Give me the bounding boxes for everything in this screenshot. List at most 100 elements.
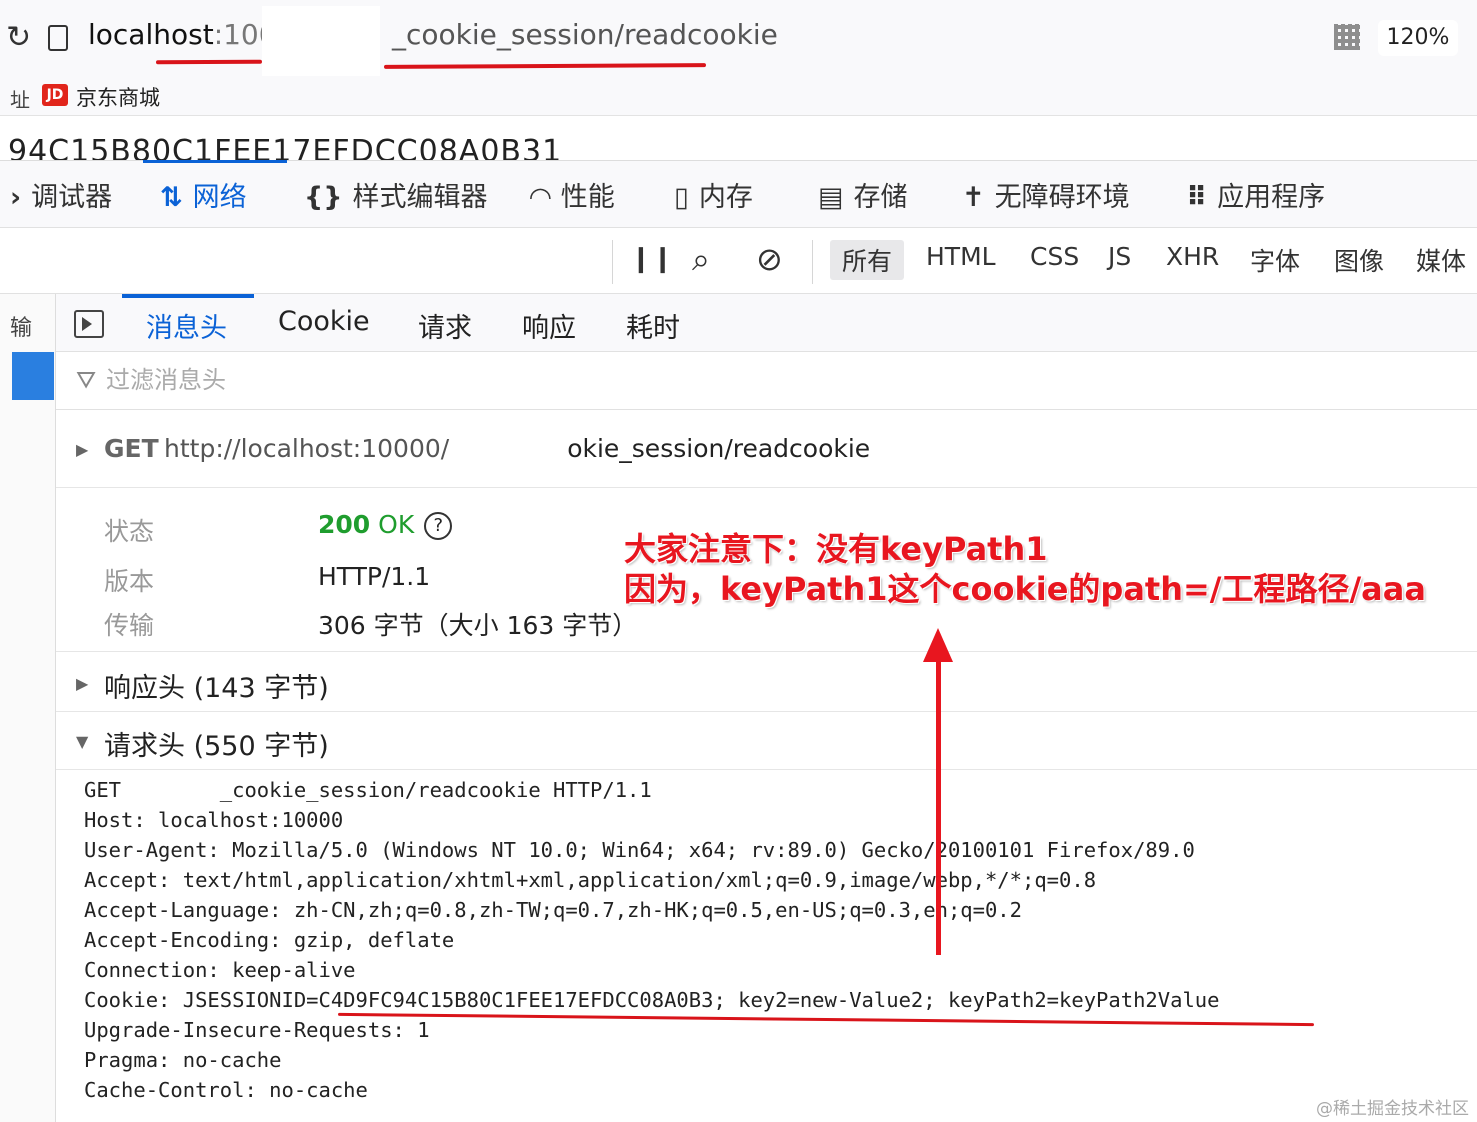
filter-js[interactable]: JS (1108, 242, 1131, 271)
separator (612, 240, 613, 284)
zoom-level[interactable]: 120% (1378, 20, 1458, 56)
tab-accessibility[interactable]: ✝ 无障碍环境 (962, 175, 1130, 214)
url-redaction (262, 6, 380, 84)
watermark: @稀土掘金技术社区 (1316, 1099, 1469, 1119)
request-headers-label: 请求头 (550 字节) (104, 731, 329, 762)
filter-font[interactable]: 字体 (1250, 242, 1300, 278)
reload-icon[interactable]: ↻ (6, 20, 31, 55)
status-value: 200 OK? (318, 510, 453, 540)
tab-application-label: 应用程序 (1217, 182, 1326, 213)
tab-performance-label: 性能 (560, 182, 615, 213)
tab-style-editor[interactable]: {} 样式编辑器 (304, 175, 487, 214)
raw-header-line: Cache-Control: no-cache (84, 1078, 368, 1102)
transfer-value: 306 字节（大小 163 字节） (318, 611, 638, 640)
qr-code-icon[interactable] (1334, 24, 1360, 50)
raw-header-line: Accept: text/html,application/xhtml+xml,… (84, 868, 1097, 892)
request-method: GET (104, 434, 159, 463)
block-icon[interactable]: ⊘ (756, 240, 783, 278)
status-label: 状态 (104, 517, 155, 546)
bookmark-jd[interactable]: 京东商城 (76, 82, 160, 112)
filter-xhr[interactable]: XHR (1166, 242, 1219, 271)
annotation-arrow-shaft (936, 650, 941, 955)
details-subtabs: 消息头 Cookie 请求 响应 耗时 (56, 294, 1477, 352)
jd-logo-icon: JD (42, 84, 68, 106)
tab-debugger[interactable]: › 调试器 (10, 175, 112, 214)
help-icon[interactable]: ? (424, 512, 453, 540)
chevron-right-icon: › (10, 182, 22, 213)
annotation-underline-host (155, 59, 263, 65)
raw-header-cookie-line: Cookie: JSESSIONID=C4D9FC94C15B80C1FEE17… (84, 988, 1220, 1012)
response-headers-label: 响应头 (143 字节) (104, 673, 329, 704)
raw-header-line: Upgrade-Insecure-Requests: 1 (84, 1018, 430, 1042)
url-bar: ↻ localhost:1000 _cookie_session/readcoo… (0, 0, 1477, 84)
filter-css[interactable]: CSS (1030, 242, 1079, 271)
selected-request-row[interactable] (12, 352, 54, 400)
request-headers-section[interactable]: ▼ 请求头 (550 字节) (56, 712, 1477, 770)
tab-memory[interactable]: ▯ 内存 (674, 175, 753, 214)
tab-network-label: 网络 (192, 182, 247, 213)
devtools-toolbar: › 调试器 ⇅ 网络 {} 样式编辑器 ◠ 性能 ▯ 内存 ▤ 存储 ✝ 无障碍环境 ⠿ 应用程… (0, 160, 1477, 228)
gauge-icon: ◠ (530, 182, 551, 213)
panel-toggle-icon[interactable] (74, 310, 104, 338)
headers-filter-row: ⛛ (56, 352, 1477, 410)
annotation-line-2: 因为，keyPath1这个cookie的path=/工程路径/aaa (624, 570, 1426, 608)
filter-media[interactable]: 媒体 (1416, 242, 1466, 278)
braces-icon: {} (304, 182, 343, 213)
page-content-strip: 94C15B80C1FEE17EFDCC08A0B31 (0, 118, 1477, 162)
url-host-text: localhost (88, 18, 214, 51)
tab-memory-label: 内存 (698, 182, 753, 213)
request-url-prefix: http://localhost:10000/ (164, 434, 450, 463)
tab-style-editor-label: 样式编辑器 (352, 182, 488, 213)
raw-header-line: User-Agent: Mozilla/5.0 (Windows NT 10.0… (84, 838, 1195, 862)
filter-icon: ⛛ (76, 366, 97, 394)
expand-triangle-icon: ▶ (76, 674, 89, 693)
bookmark-truncated[interactable]: 址 (10, 84, 30, 113)
tab-performance[interactable]: ◠ 性能 (530, 175, 615, 214)
accessibility-icon: ✝ (962, 182, 985, 213)
tab-network[interactable]: ⇅ 网络 (160, 175, 247, 214)
page-icon (48, 25, 68, 51)
tab-cookie[interactable]: Cookie (278, 306, 370, 337)
apps-grid-icon: ⠿ (1186, 182, 1208, 213)
url-path[interactable]: _cookie_session/readcookie (392, 18, 778, 51)
response-headers-section[interactable]: ▶ 响应头 (143 字节) (56, 654, 1477, 712)
filter-all[interactable]: 所有 (830, 240, 905, 280)
tab-request[interactable]: 请求 (418, 306, 472, 345)
search-icon[interactable]: ⌕ (692, 240, 710, 279)
tab-response[interactable]: 响应 (522, 306, 576, 345)
request-summary[interactable]: ▶ GET http://localhost:10000/okie_sessio… (56, 412, 1477, 488)
raw-request-headers: GET _cookie_session/readcookie HTTP/1.1 … (56, 770, 1477, 1122)
status-text: OK (378, 510, 415, 539)
raw-header-line: Host: localhost:10000 (84, 808, 344, 832)
version-value: HTTP/1.1 (318, 562, 431, 591)
pause-icon[interactable]: ❙❙ (630, 244, 674, 274)
network-arrows-icon: ⇅ (160, 182, 183, 213)
request-url-suffix: okie_session/readcookie (567, 434, 871, 463)
request-list-header: 输 (10, 316, 33, 341)
tab-application[interactable]: ⠿ 应用程序 (1186, 175, 1325, 214)
active-tab-indicator (143, 160, 287, 163)
status-code: 200 (318, 510, 371, 539)
version-label: 版本 (104, 567, 155, 596)
bookmarks-bar: 址 (0, 76, 1477, 116)
separator (812, 240, 813, 284)
tab-storage[interactable]: ▤ 存储 (818, 175, 908, 214)
filter-headers-input[interactable] (106, 362, 706, 398)
filter-html[interactable]: HTML (926, 242, 996, 271)
memory-chip-icon: ▯ (674, 182, 689, 213)
tab-timings[interactable]: 耗时 (626, 306, 680, 345)
expand-triangle-icon: ▶ (76, 440, 89, 459)
storage-icon: ▤ (818, 182, 844, 213)
tab-storage-label: 存储 (853, 182, 908, 213)
tab-accessibility-label: 无障碍环境 (994, 182, 1130, 213)
raw-header-line: GET _cookie_session/readcookie HTTP/1.1 (84, 778, 652, 802)
raw-header-line: Accept-Language: zh-CN,zh;q=0.8,zh-TW;q=… (84, 898, 1022, 922)
filter-image[interactable]: 图像 (1334, 242, 1384, 278)
raw-header-line: Pragma: no-cache (84, 1048, 282, 1072)
tab-headers[interactable]: 消息头 (146, 306, 227, 345)
active-subtab-indicator (122, 294, 254, 298)
tab-debugger-label: 调试器 (31, 182, 113, 213)
request-list: 输 (0, 294, 56, 1122)
page-session-text: 94C15B80C1FEE17EFDCC08A0B31 (8, 134, 563, 162)
raw-header-line: Connection: keep-alive (84, 958, 356, 982)
